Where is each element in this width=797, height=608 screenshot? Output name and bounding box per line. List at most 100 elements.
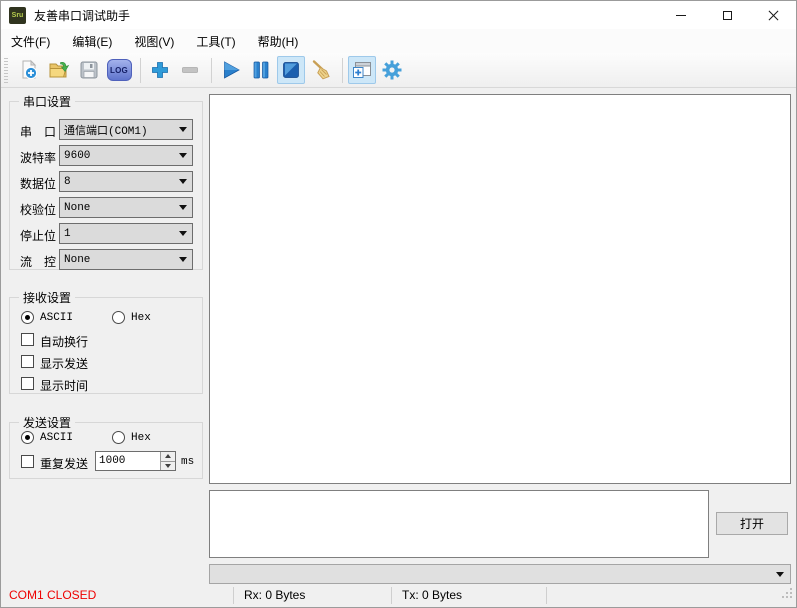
log-icon: LOG — [106, 59, 132, 81]
close-icon — [768, 10, 779, 21]
send-settings-title: 发送设置 — [19, 414, 76, 431]
interval-unit-label: ms — [181, 456, 195, 468]
send-input[interactable] — [209, 490, 709, 558]
port-label: 串 口 — [20, 125, 57, 139]
save-icon — [78, 59, 100, 81]
statusbar-divider — [233, 587, 234, 604]
pause-button[interactable] — [247, 56, 275, 84]
repeat-send-checkbox[interactable] — [21, 455, 34, 468]
statusbar-divider — [546, 587, 547, 604]
remove-button[interactable] — [176, 56, 204, 84]
title-bar: Sru 友善串口调试助手 — [1, 1, 796, 29]
repeat-interval-input[interactable] — [96, 452, 160, 470]
show-send-label: 显示发送 — [40, 357, 89, 371]
toolbar-separator — [211, 57, 212, 83]
menu-file[interactable]: 文件(F) — [4, 30, 57, 53]
add-button[interactable] — [146, 56, 174, 84]
repeat-send-label: 重复发送 — [40, 457, 89, 471]
receive-ascii-radio[interactable] — [21, 311, 34, 324]
show-send-checkbox[interactable] — [21, 355, 34, 368]
stopbits-label: 停止位 — [20, 229, 57, 243]
start-icon — [220, 59, 242, 81]
databits-label: 数据位 — [20, 177, 57, 191]
send-hex-label: Hex — [131, 432, 151, 444]
chevron-down-icon — [179, 205, 187, 210]
auto-newline-checkbox[interactable] — [21, 333, 34, 346]
chevron-down-icon — [179, 153, 187, 158]
connection-status: COM1 CLOSED — [9, 588, 97, 602]
log-button[interactable]: LOG — [105, 56, 133, 84]
remove-icon — [179, 59, 201, 81]
chevron-down-icon — [179, 257, 187, 262]
settings-button[interactable] — [378, 56, 406, 84]
toggle-send-panel-button[interactable] — [348, 56, 376, 84]
window-title: 友善串口调试助手 — [34, 8, 131, 23]
serial-settings-group: 串口设置 串 口 通信端口(COM1) 波特率 9600 数据位 8 校验位 N… — [9, 93, 203, 270]
send-ascii-radio[interactable] — [21, 431, 34, 444]
maximize-button[interactable] — [704, 1, 750, 29]
receive-settings-group: 接收设置 ASCII Hex 自动换行 显示发送 显示时间 — [9, 289, 203, 394]
stopbits-value: 1 — [64, 227, 71, 240]
stopbits-select[interactable]: 1 — [59, 223, 193, 244]
flowctrl-select[interactable]: None — [59, 249, 193, 270]
receive-display[interactable] — [209, 94, 791, 484]
databits-select[interactable]: 8 — [59, 171, 193, 192]
statusbar-divider — [391, 587, 392, 604]
baudrate-select[interactable]: 9600 — [59, 145, 193, 166]
databits-value: 8 — [64, 175, 71, 188]
new-file-button[interactable] — [15, 56, 43, 84]
send-settings-group: 发送设置 ASCII Hex 重复发送 ms — [9, 414, 203, 479]
stop-button[interactable] — [277, 56, 305, 84]
resize-grip-icon[interactable] — [781, 587, 794, 605]
clear-button[interactable] — [307, 56, 335, 84]
open-port-button[interactable]: 打开 — [716, 512, 788, 535]
menu-bar: 文件(F) 编辑(E) 视图(V) 工具(T) 帮助(H) — [1, 29, 796, 53]
receive-hex-radio[interactable] — [112, 311, 125, 324]
toolbar-separator — [140, 57, 141, 83]
clear-broom-icon — [310, 59, 332, 81]
open-file-button[interactable] — [45, 56, 73, 84]
spinner-up-button[interactable] — [161, 452, 175, 462]
spinner-buttons — [160, 452, 175, 470]
send-history-dropdown[interactable] — [209, 564, 791, 584]
toolbar-separator — [342, 57, 343, 83]
menu-help[interactable]: 帮助(H) — [251, 30, 306, 53]
minimize-button[interactable] — [658, 1, 704, 29]
add-icon — [149, 59, 171, 81]
port-select[interactable]: 通信端口(COM1) — [59, 119, 193, 140]
stop-icon — [280, 59, 302, 81]
tx-counter: Tx: 0 Bytes — [402, 588, 463, 602]
flowctrl-label: 流 控 — [20, 255, 57, 269]
menu-edit[interactable]: 编辑(E) — [65, 30, 119, 53]
pause-icon — [250, 59, 272, 81]
receive-hex-label: Hex — [131, 312, 151, 324]
spinner-down-button[interactable] — [161, 461, 175, 470]
toolbar-grip[interactable] — [4, 57, 8, 83]
repeat-interval-spinner — [95, 451, 176, 471]
close-button[interactable] — [750, 1, 796, 29]
menu-tools[interactable]: 工具(T) — [189, 30, 242, 53]
show-time-checkbox[interactable] — [21, 377, 34, 390]
parity-label: 校验位 — [20, 203, 57, 217]
save-button[interactable] — [75, 56, 103, 84]
app-icon: Sru — [9, 6, 26, 24]
send-hex-radio[interactable] — [112, 431, 125, 444]
window-controls — [658, 1, 796, 29]
menu-view[interactable]: 视图(V) — [127, 30, 181, 53]
baudrate-value: 9600 — [64, 149, 91, 162]
app-window: Sru 友善串口调试助手 文件(F) 编辑(E) 视图(V) 工具(T) 帮助(… — [0, 0, 797, 608]
serial-settings-title: 串口设置 — [19, 93, 76, 110]
open-folder-icon — [48, 59, 70, 81]
chevron-down-icon — [179, 231, 187, 236]
status-bar: COM1 CLOSED Rx: 0 Bytes Tx: 0 Bytes — [1, 584, 796, 607]
receive-settings-title: 接收设置 — [19, 289, 76, 306]
port-value: 通信端口(COM1) — [64, 125, 148, 138]
settings-gear-icon — [381, 59, 403, 81]
rx-counter: Rx: 0 Bytes — [244, 588, 306, 602]
baudrate-label: 波特率 — [20, 151, 57, 165]
chevron-down-icon — [179, 179, 187, 184]
parity-select[interactable]: None — [59, 197, 193, 218]
auto-newline-label: 自动换行 — [40, 335, 89, 349]
start-button[interactable] — [217, 56, 245, 84]
chevron-down-icon — [179, 127, 187, 132]
